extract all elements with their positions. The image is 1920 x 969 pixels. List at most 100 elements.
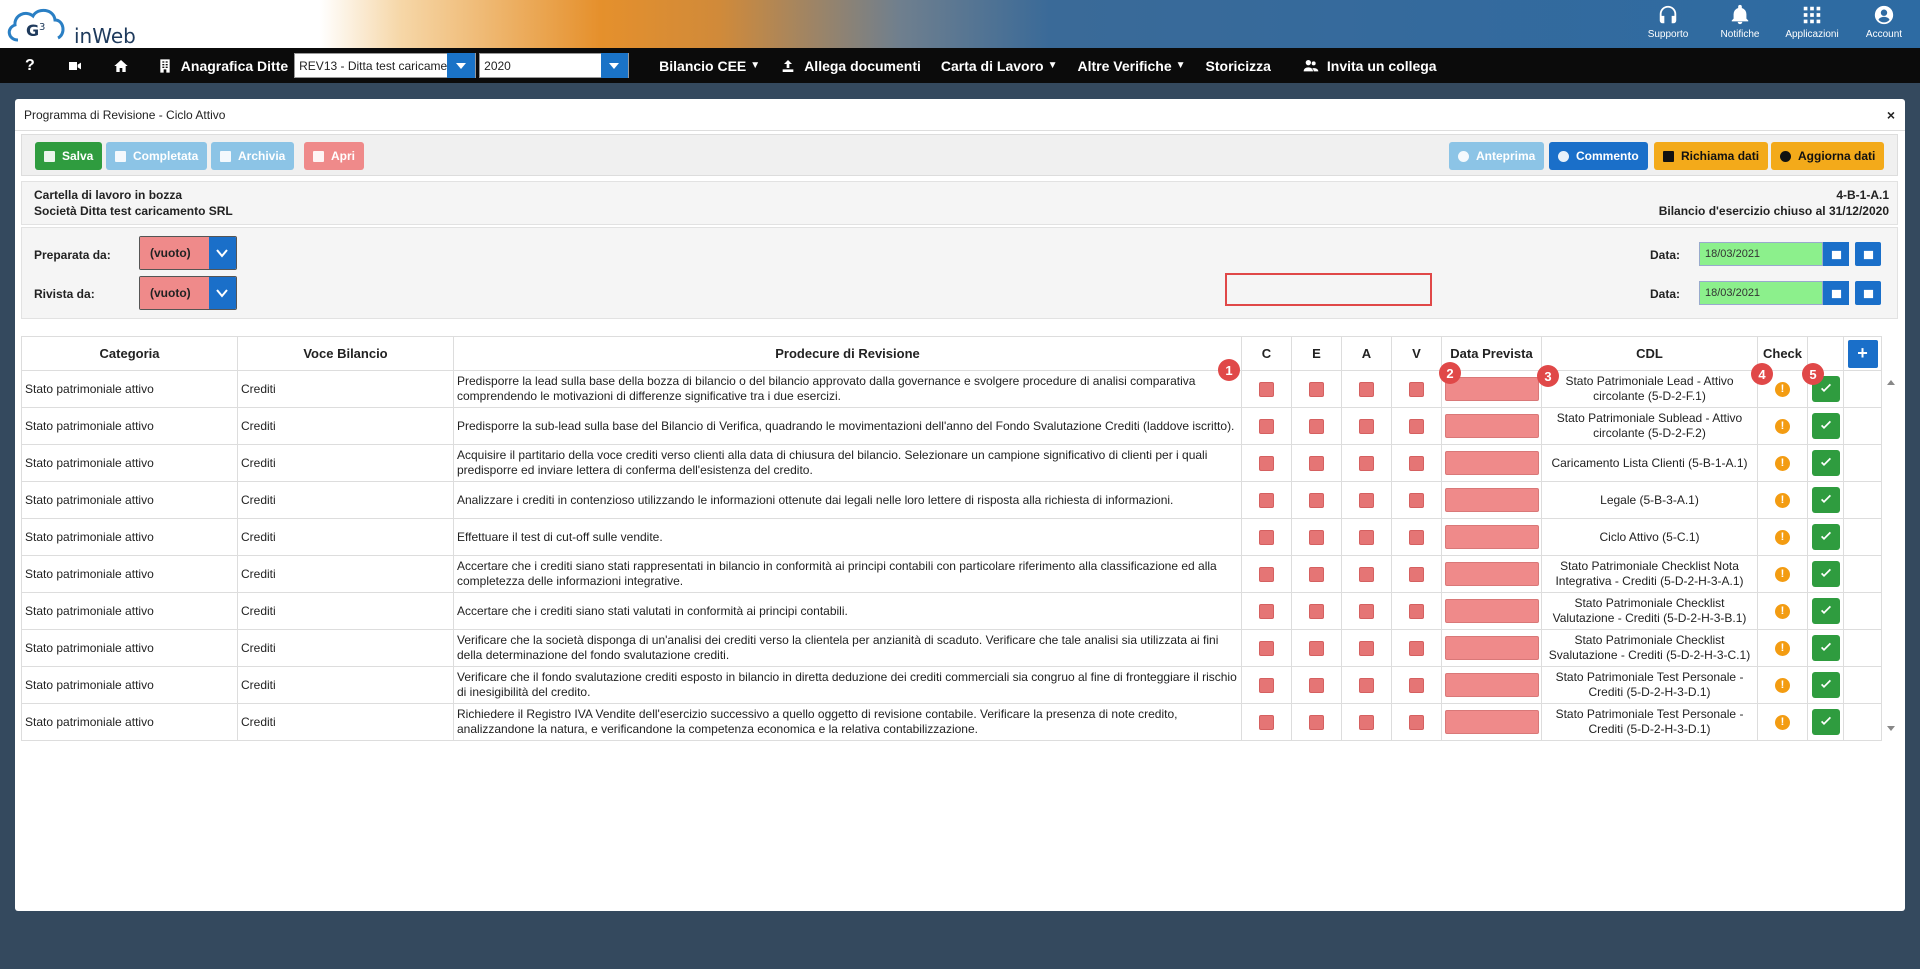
applications-button[interactable]: Applicazioni: [1776, 0, 1848, 48]
archivia-button[interactable]: Archivia: [211, 142, 295, 170]
aggiorna-dati-button[interactable]: Aggiorna dati: [1771, 142, 1885, 170]
assertion-c-checkbox[interactable]: [1259, 529, 1274, 545]
assertion-a-checkbox[interactable]: [1359, 529, 1374, 545]
warning-icon[interactable]: !: [1775, 715, 1790, 730]
data-rivista-field[interactable]: 18/03/2021: [1699, 281, 1881, 305]
preparata-select[interactable]: (vuoto): [139, 236, 237, 270]
assertion-a-checkbox[interactable]: [1359, 640, 1374, 656]
cdl-cell[interactable]: Legale (5-B-3-A.1): [1541, 481, 1758, 519]
assertion-e-checkbox[interactable]: [1309, 640, 1324, 656]
save-button[interactable]: Salva: [35, 142, 103, 170]
cdl-cell[interactable]: Stato Patrimoniale Checklist Nota Integr…: [1541, 555, 1758, 593]
support-button[interactable]: Supporto: [1632, 0, 1704, 48]
warning-icon[interactable]: !: [1775, 604, 1790, 619]
col-header-cdl[interactable]: CDL: [1541, 336, 1758, 371]
commento-button[interactable]: Commento: [1549, 142, 1648, 170]
assertion-e-checkbox[interactable]: [1309, 566, 1324, 582]
data-prevista-input[interactable]: [1444, 488, 1539, 512]
data-prevista-input[interactable]: [1444, 636, 1539, 660]
invita-collega-link[interactable]: Invita un collega: [1293, 48, 1447, 83]
chevron-down-icon[interactable]: [208, 237, 236, 269]
chevron-down-icon[interactable]: [208, 277, 236, 309]
assertion-e-checkbox[interactable]: [1309, 381, 1324, 397]
warning-icon[interactable]: !: [1775, 530, 1790, 545]
anagrafica-ditte-link[interactable]: Anagrafica Ditte: [147, 48, 294, 83]
col-header-a[interactable]: A: [1341, 336, 1392, 371]
data-prevista-input[interactable]: [1444, 562, 1539, 586]
assertion-c-checkbox[interactable]: [1259, 381, 1274, 397]
help-button[interactable]: ?: [0, 48, 57, 83]
data-rivista-value[interactable]: 18/03/2021: [1699, 281, 1823, 305]
confirm-button[interactable]: [1811, 450, 1840, 476]
assertion-a-checkbox[interactable]: [1359, 603, 1374, 619]
assertion-e-checkbox[interactable]: [1309, 418, 1324, 434]
rivista-select[interactable]: (vuoto): [139, 276, 237, 310]
chevron-down-icon[interactable]: [600, 53, 629, 78]
assertion-a-checkbox[interactable]: [1359, 381, 1374, 397]
assertion-e-checkbox[interactable]: [1309, 714, 1324, 730]
data-prevista-input[interactable]: [1444, 525, 1539, 549]
assertion-e-checkbox[interactable]: [1309, 492, 1324, 508]
confirm-button[interactable]: [1811, 635, 1840, 661]
assertion-v-checkbox[interactable]: [1409, 455, 1424, 471]
bilancio-cee-menu[interactable]: Bilancio CEE ▼: [649, 48, 770, 83]
assertion-a-checkbox[interactable]: [1359, 714, 1374, 730]
assertion-c-checkbox[interactable]: [1259, 455, 1274, 471]
data-prevista-input[interactable]: [1444, 599, 1539, 623]
data-prevista-input[interactable]: [1444, 673, 1539, 697]
home-button[interactable]: [103, 48, 147, 83]
assertion-v-checkbox[interactable]: [1409, 529, 1424, 545]
data-prevista-input[interactable]: [1444, 414, 1539, 438]
col-header-procedure[interactable]: Prodecure di Revisione: [453, 336, 1242, 371]
allega-documenti-link[interactable]: Allega documenti: [770, 48, 931, 83]
calendar-today-icon[interactable]: [1855, 281, 1881, 305]
assertion-v-checkbox[interactable]: [1409, 566, 1424, 582]
cdl-cell[interactable]: Stato Patrimoniale Lead - Attivo circola…: [1541, 370, 1758, 408]
warning-icon[interactable]: !: [1775, 456, 1790, 471]
cdl-cell[interactable]: Stato Patrimoniale Test Personale - Cred…: [1541, 666, 1758, 704]
col-header-v[interactable]: V: [1391, 336, 1442, 371]
apri-button[interactable]: Apri: [304, 142, 364, 170]
warning-icon[interactable]: !: [1775, 567, 1790, 582]
assertion-a-checkbox[interactable]: [1359, 418, 1374, 434]
scroll-down-icon[interactable]: [1887, 726, 1895, 731]
assertion-c-checkbox[interactable]: [1259, 677, 1274, 693]
richiama-dati-button[interactable]: Richiama dati: [1654, 142, 1769, 170]
cdl-cell[interactable]: Ciclo Attivo (5-C.1): [1541, 518, 1758, 556]
assertion-c-checkbox[interactable]: [1259, 492, 1274, 508]
col-header-voce[interactable]: Voce Bilancio: [237, 336, 454, 371]
cdl-cell[interactable]: Stato Patrimoniale Checklist Valutazione…: [1541, 592, 1758, 630]
assertion-v-checkbox[interactable]: [1409, 381, 1424, 397]
calendar-icon[interactable]: [1823, 281, 1849, 305]
warning-icon[interactable]: !: [1775, 419, 1790, 434]
confirm-button[interactable]: [1811, 672, 1840, 698]
cdl-cell[interactable]: Stato Patrimoniale Checklist Svalutazion…: [1541, 629, 1758, 667]
col-header-e[interactable]: E: [1291, 336, 1342, 371]
anteprima-button[interactable]: Anteprima: [1449, 142, 1545, 170]
assertion-v-checkbox[interactable]: [1409, 418, 1424, 434]
ditta-select[interactable]: REV13 - Ditta test caricame: [294, 53, 477, 78]
warning-icon[interactable]: !: [1775, 382, 1790, 397]
storicizza-link[interactable]: Storicizza: [1196, 48, 1293, 83]
close-icon[interactable]: ×: [1887, 107, 1895, 123]
confirm-button[interactable]: [1811, 413, 1840, 439]
data-preparata-value[interactable]: 18/03/2021: [1699, 242, 1823, 266]
warning-icon[interactable]: !: [1775, 493, 1790, 508]
calendar-icon[interactable]: [1823, 242, 1849, 266]
cdl-cell[interactable]: Caricamento Lista Clienti (5-B-1-A.1): [1541, 444, 1758, 482]
chevron-down-icon[interactable]: [447, 53, 476, 78]
warning-icon[interactable]: !: [1775, 678, 1790, 693]
notifications-button[interactable]: Notifiche: [1704, 0, 1776, 48]
scroll-up-icon[interactable]: [1887, 380, 1895, 385]
assertion-v-checkbox[interactable]: [1409, 492, 1424, 508]
assertion-c-checkbox[interactable]: [1259, 603, 1274, 619]
assertion-e-checkbox[interactable]: [1309, 455, 1324, 471]
warning-icon[interactable]: !: [1775, 641, 1790, 656]
anno-select[interactable]: 2020: [479, 53, 630, 78]
assertion-a-checkbox[interactable]: [1359, 566, 1374, 582]
confirm-button[interactable]: [1811, 561, 1840, 587]
assertion-c-checkbox[interactable]: [1259, 640, 1274, 656]
col-header-c[interactable]: C: [1241, 336, 1292, 371]
assertion-v-checkbox[interactable]: [1409, 714, 1424, 730]
add-row-button[interactable]: +: [1847, 339, 1878, 368]
